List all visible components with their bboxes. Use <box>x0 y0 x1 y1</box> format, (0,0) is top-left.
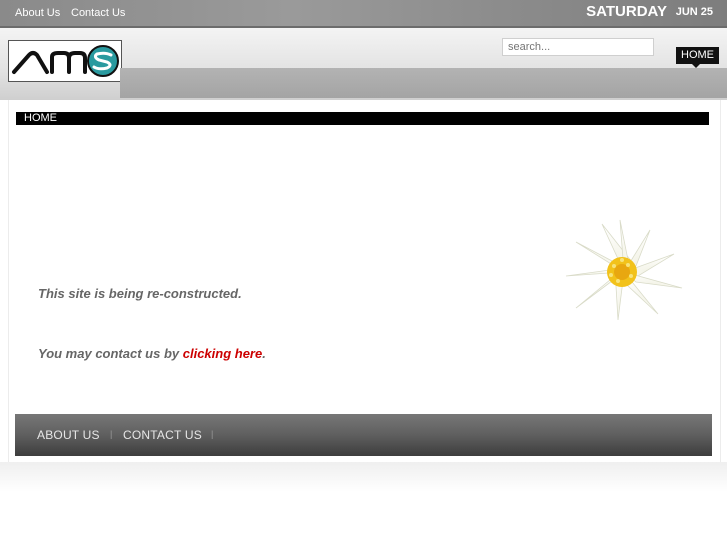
contact-message-prefix: You may contact us by <box>38 346 183 361</box>
site-logo[interactable] <box>8 40 122 82</box>
top-about-link[interactable]: About Us <box>15 7 60 19</box>
contact-message: You may contact us by clicking here. <box>38 346 266 361</box>
bottom-shadow <box>0 462 727 492</box>
construction-message: This site is being re-constructed. <box>38 286 242 301</box>
footer-contact-link[interactable]: CONTACT US <box>123 428 202 442</box>
water-lily-icon <box>565 219 683 321</box>
main-nav-bar <box>120 68 727 98</box>
breadcrumb: HOME <box>16 112 709 125</box>
top-bar: About Us Contact Us SATURDAY JUN 25 <box>0 0 727 26</box>
date-weekday: SATURDAY <box>586 3 667 20</box>
footer-bar: ABOUT US | CONTACT US | <box>15 414 712 456</box>
nav-active-pointer-icon <box>692 64 700 68</box>
search-input[interactable] <box>502 38 654 56</box>
top-contact-link[interactable]: Contact Us <box>71 7 125 19</box>
date-month-day: JUN 25 <box>675 6 713 18</box>
nav-home-tab[interactable]: HOME <box>676 47 719 64</box>
footer-separator: | <box>211 429 214 439</box>
breadcrumb-label: HOME <box>24 112 57 124</box>
footer-separator: | <box>110 429 113 439</box>
footer-about-link[interactable]: ABOUT US <box>37 428 100 442</box>
header <box>0 26 727 100</box>
ams-logo-icon <box>12 45 119 77</box>
contact-message-suffix: . <box>262 346 266 361</box>
contact-link[interactable]: clicking here <box>183 346 262 361</box>
